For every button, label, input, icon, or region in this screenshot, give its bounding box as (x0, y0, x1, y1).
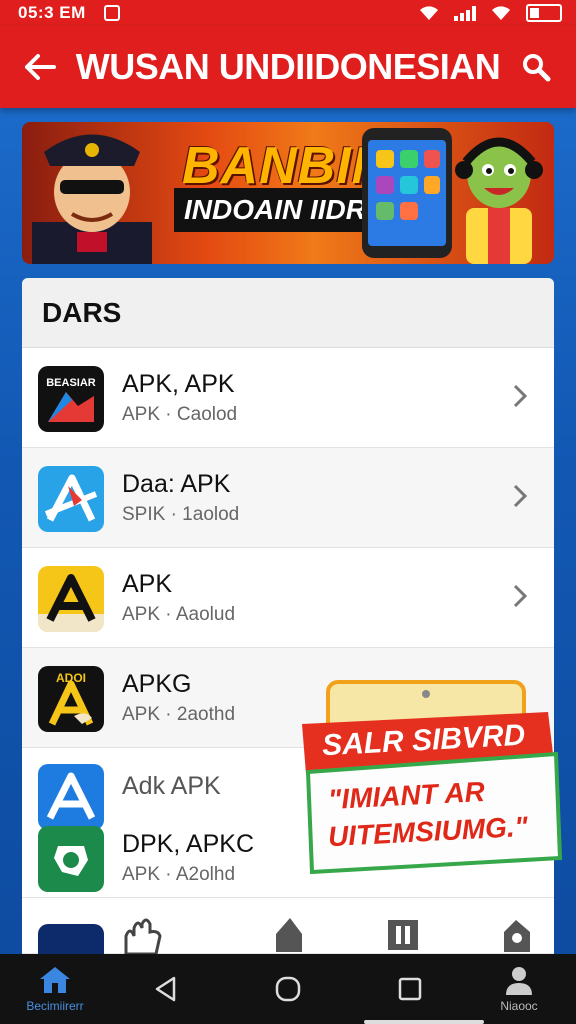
app-icon-4-text: ADOI (56, 671, 86, 685)
list-item-subtitle: APK · Caolod (122, 404, 238, 425)
list-item-title: APK, APK (122, 370, 235, 398)
wifi-icon (420, 6, 438, 20)
app-bar: WUSAN UNDIIDONESIAN (0, 26, 576, 108)
nav-back-button[interactable] (146, 954, 186, 1024)
mascot-character-illustration (455, 137, 543, 264)
app-icon-6 (38, 826, 104, 892)
chevron-right-icon (513, 584, 528, 608)
list-item-title: Daa: APK (122, 470, 231, 498)
cell-signal-icon (454, 5, 476, 21)
nav-recents-button[interactable] (390, 954, 430, 1024)
chevron-right-icon (513, 384, 528, 408)
app-icon-5 (38, 764, 104, 830)
promo-banner[interactable]: BANBIN INDOAIN IIDRAN (22, 122, 554, 264)
nav-home-tab[interactable]: Becimiirerr (10, 954, 100, 1024)
list-item[interactable]: Daa: APK SPIK · 1aolod (22, 448, 554, 548)
battery-icon (526, 4, 562, 22)
list-item-subtitle: APK · 2aothd (122, 704, 236, 725)
list-item[interactable]: BEASIAR APK, APK APK · Caolod (22, 348, 554, 448)
list-item-title: Adk APK (122, 772, 221, 800)
list-item-title: APK (122, 570, 173, 598)
police-character-illustration (32, 134, 152, 264)
app-icon-2 (38, 466, 104, 532)
promo-popup[interactable]: SALR SIBVRD "IMIANT AR UITEMSIUMG." (298, 680, 563, 878)
nav-profile-label: Niaooc (500, 999, 538, 1013)
list-item-subtitle: APK · A2olhd (122, 864, 236, 885)
square-recents-icon (398, 977, 422, 1001)
nav-home-label: Becimiirerr (26, 999, 84, 1013)
search-icon (523, 54, 551, 82)
wifi-icon-2 (492, 6, 510, 20)
search-button[interactable] (512, 43, 560, 91)
app-icon-1-text: BEASIAR (46, 377, 96, 389)
status-time: 05:3 EM (18, 3, 86, 22)
person-icon (506, 967, 532, 995)
app-icon-1: BEASIAR (38, 366, 104, 432)
list-item-title: APKG (122, 670, 192, 698)
tab-icon-4 (504, 920, 530, 952)
app-icon-4: ADOI (38, 666, 104, 732)
app-title: WUSAN UNDIIDONESIAN (75, 46, 501, 87)
chevron-right-icon (513, 484, 528, 508)
app-icon-3 (38, 566, 104, 632)
list-item-subtitle: SPIK · 1aolod (122, 504, 240, 525)
list-item-title: DPK, APKC (122, 830, 254, 858)
nav-home-button[interactable] (268, 954, 308, 1024)
back-arrow-icon (25, 54, 56, 80)
list-item-subtitle: APK · Aaolud (122, 604, 236, 625)
tab-icon-3 (388, 920, 418, 950)
app-icon-7 (38, 924, 104, 954)
home-icon (40, 967, 70, 993)
triangle-back-icon (155, 976, 176, 1002)
section-title: DARS (22, 278, 554, 348)
list-item[interactable]: APK APK · Aaolud (22, 548, 554, 648)
tab-icon-2 (276, 918, 302, 952)
back-button[interactable] (16, 43, 64, 91)
nav-profile-tab[interactable]: Niaooc (476, 954, 562, 1024)
circle-home-icon (275, 976, 301, 1002)
navigation-bar: Becimiirerr Niaooc (0, 954, 576, 1024)
hand-icon (124, 918, 162, 956)
notification-icon (103, 5, 120, 21)
nav-indicator (364, 1020, 484, 1024)
status-bar: 05:3 EM (0, 0, 576, 26)
